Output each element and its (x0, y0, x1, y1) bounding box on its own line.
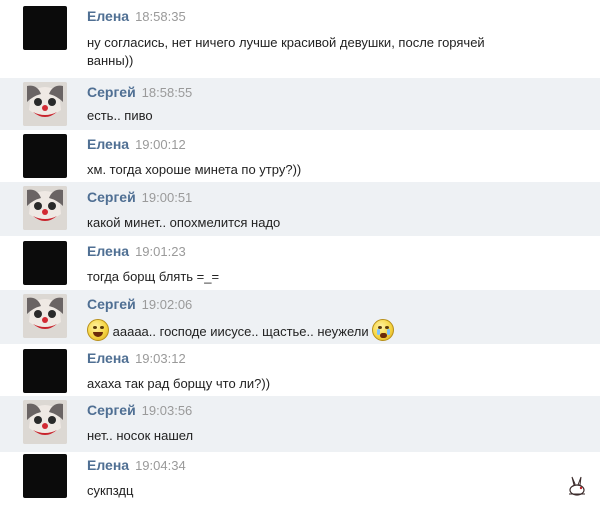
clown-face-avatar-icon (23, 82, 67, 126)
author-name-label: Елена (87, 243, 130, 259)
author-name[interactable]: Сергей 18:58:55 (87, 84, 192, 100)
message-elena-3: Елена 19:01:23 тогда борщ блять =_= (0, 236, 600, 290)
message-text: ну согласись, нет ничего лучше красивой … (87, 34, 594, 70)
author-name[interactable]: Сергей 19:03:56 (87, 402, 192, 418)
timestamp: 19:00:12 (135, 137, 186, 152)
timestamp: 18:58:35 (135, 9, 186, 24)
message-text: ахаха так рад борщу что ли?)) (87, 376, 271, 391)
author-name[interactable]: Сергей 19:02:06 (87, 296, 192, 312)
avatar-sergey[interactable] (23, 294, 67, 338)
timestamp: 19:01:23 (135, 244, 186, 259)
message-text: сукпздц (87, 483, 134, 498)
timestamp: 19:03:12 (135, 351, 186, 366)
rabbit-watermark-icon (569, 476, 585, 496)
message-text: хм. тогда хороше минета по утру?)) (87, 162, 302, 177)
message-sergey-3: Сергей 19:02:06 ааааа.. господе иисусе.. … (0, 290, 600, 344)
message-text: ааааа.. господе иисусе.. щастье.. неужел… (87, 319, 594, 341)
message-elena-1: Елена 18:58:35 ну согласись, нет ничего л… (0, 0, 600, 78)
avatar-sergey[interactable] (23, 400, 67, 444)
author-name-label: Елена (87, 350, 130, 366)
clown-face-avatar-icon (23, 400, 67, 444)
author-name[interactable]: Елена 19:04:34 (87, 457, 186, 473)
message-text: какой минет.. опохмелится надо (87, 215, 281, 230)
clown-face-avatar-icon (23, 294, 67, 338)
message-text-line: ну согласись, нет ничего лучше красивой … (87, 35, 485, 50)
message-sergey-2: Сергей 19:00:51 какой минет.. опохмелится… (0, 182, 600, 236)
author-name-label: Елена (87, 457, 130, 473)
message-text-line: ванны)) (87, 53, 134, 68)
author-name-label: Сергей (87, 296, 136, 312)
timestamp: 19:03:56 (141, 403, 193, 418)
author-name-label: Елена (87, 8, 130, 24)
grin-emoji-icon (87, 319, 109, 341)
message-elena-5: Елена 19:04:34 сукпздц (0, 452, 600, 506)
timestamp: 19:00:51 (141, 190, 193, 205)
avatar-elena[interactable] (23, 241, 67, 285)
clown-face-avatar-icon (23, 186, 67, 230)
author-name-label: Сергей (87, 402, 136, 418)
author-name[interactable]: Елена 19:01:23 (87, 243, 186, 259)
avatar-elena[interactable] (23, 454, 67, 498)
message-sergey-1: Сергей 18:58:55 есть.. пиво (0, 78, 600, 130)
avatar-sergey[interactable] (23, 82, 67, 126)
timestamp: 19:04:34 (135, 458, 186, 473)
author-name-label: Сергей (87, 189, 136, 205)
crying-emoji-icon (372, 319, 395, 341)
avatar-elena[interactable] (23, 134, 67, 178)
message-text: есть.. пиво (87, 108, 153, 123)
author-name[interactable]: Елена 18:58:35 (87, 8, 186, 24)
chat-log: Елена 18:58:35 ну согласись, нет ничего л… (0, 0, 600, 506)
author-name[interactable]: Елена 19:03:12 (87, 350, 186, 366)
author-name[interactable]: Сергей 19:00:51 (87, 189, 192, 205)
message-sergey-4: Сергей 19:03:56 нет.. носок нашел (0, 396, 600, 452)
message-text: нет.. носок нашел (87, 428, 194, 443)
author-name-label: Сергей (87, 84, 136, 100)
message-elena-4: Елена 19:03:12 ахаха так рад борщу что ли… (0, 344, 600, 396)
timestamp: 19:02:06 (141, 297, 193, 312)
avatar-sergey[interactable] (23, 186, 67, 230)
message-text: тогда борщ блять =_= (87, 269, 220, 284)
avatar-elena[interactable] (23, 6, 67, 50)
timestamp: 18:58:55 (141, 85, 193, 100)
message-elena-2: Елена 19:00:12 хм. тогда хороше минета по… (0, 130, 600, 182)
author-name-label: Елена (87, 136, 130, 152)
message-text-content: ааааа.. господе иисусе.. щастье.. неужел… (112, 324, 369, 339)
author-name[interactable]: Елена 19:00:12 (87, 136, 186, 152)
avatar-elena[interactable] (23, 349, 67, 393)
